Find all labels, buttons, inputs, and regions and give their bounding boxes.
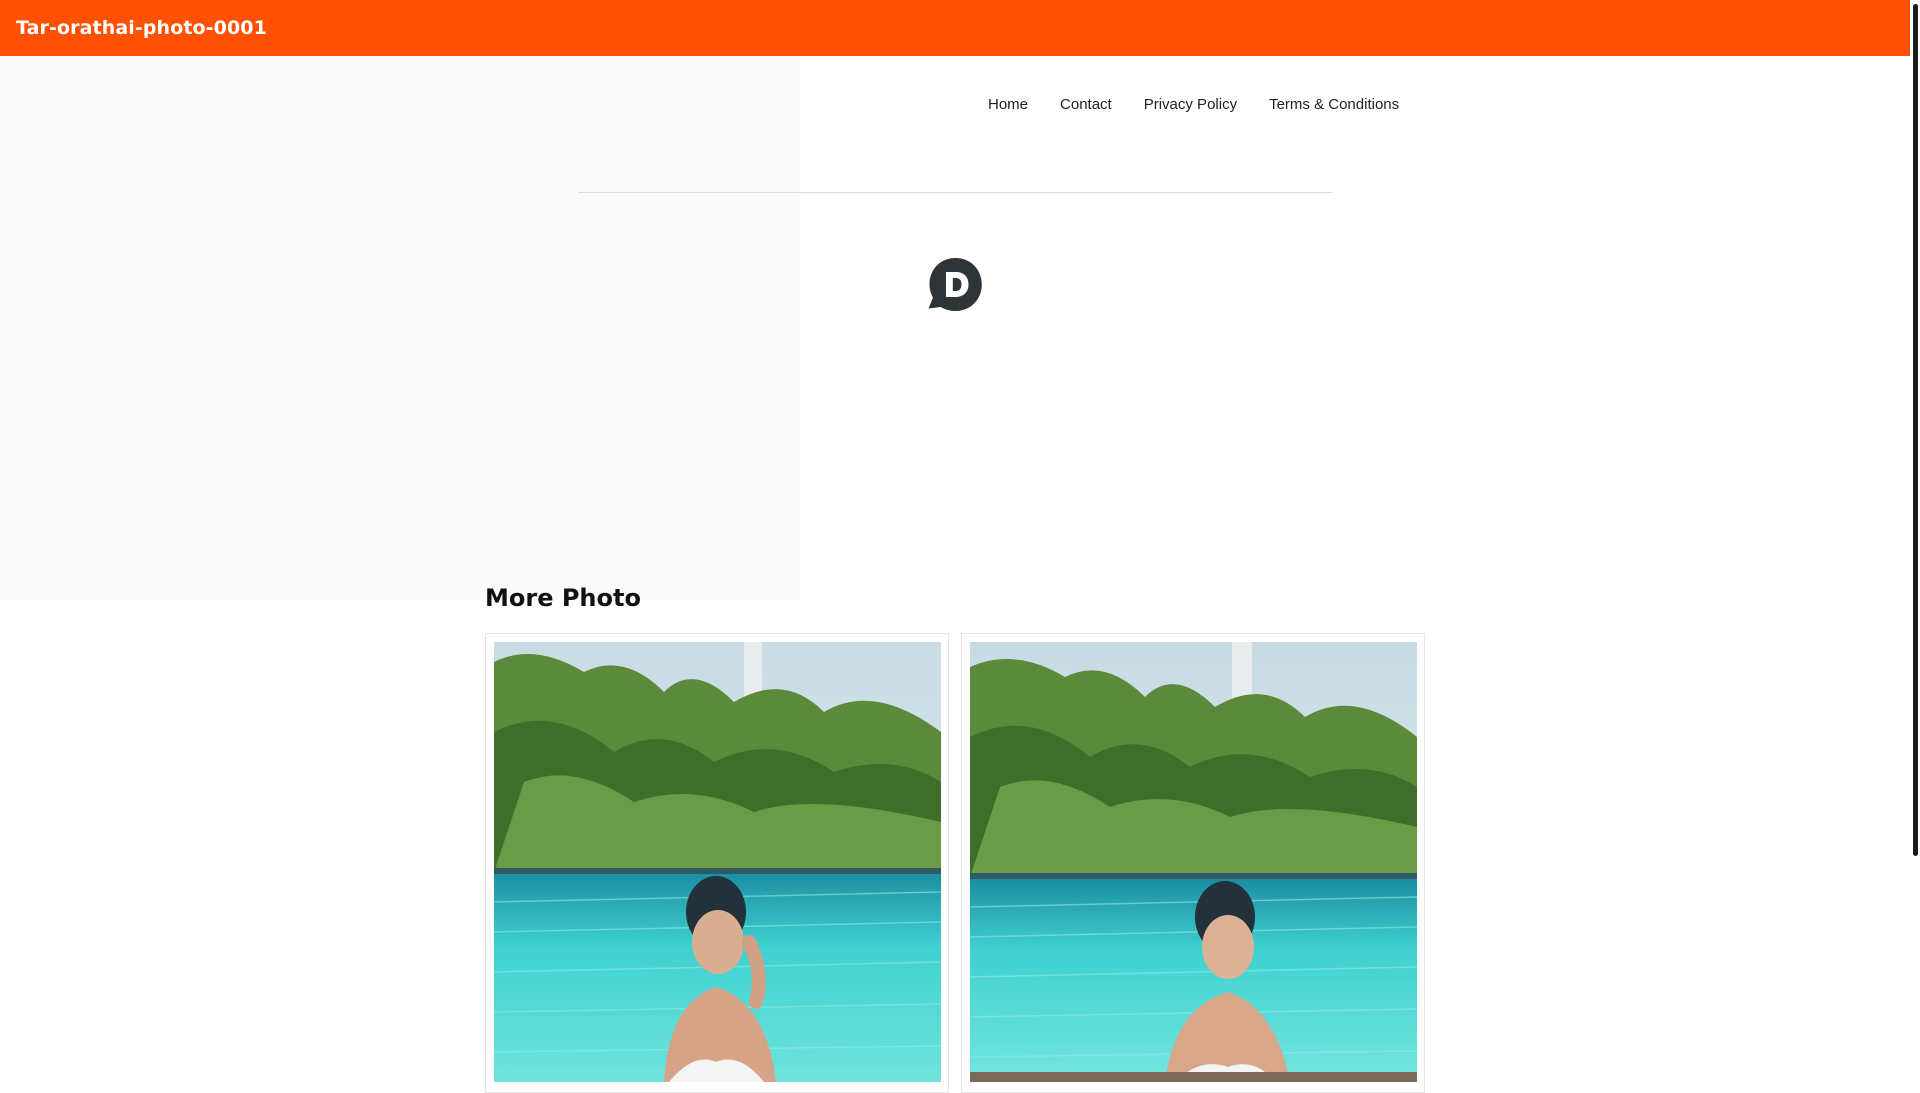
photo-pool-2-image[interactable] bbox=[970, 642, 1417, 1082]
main-nav: Home Contact Privacy Policy Terms & Cond… bbox=[988, 96, 1399, 113]
nav-privacy-link[interactable]: Privacy Policy bbox=[1144, 96, 1237, 113]
site-title-link[interactable]: Tar-orathai-photo-0001 bbox=[16, 17, 267, 39]
scrollbar-thumb[interactable] bbox=[1913, 4, 1918, 856]
photo-pool-1-image[interactable] bbox=[494, 642, 941, 1082]
nav-terms-link[interactable]: Terms & Conditions bbox=[1269, 96, 1399, 113]
photo-card[interactable] bbox=[961, 633, 1425, 1093]
site-header: Tar-orathai-photo-0001 bbox=[0, 0, 1910, 56]
background-panel bbox=[0, 56, 800, 600]
nav-home-link[interactable]: Home bbox=[988, 96, 1028, 113]
more-photo-heading: More Photo bbox=[485, 584, 641, 612]
page-scrollbar[interactable] bbox=[1910, 0, 1920, 1080]
disqus-icon[interactable] bbox=[927, 256, 984, 313]
nav-contact-link[interactable]: Contact bbox=[1060, 96, 1112, 113]
photo-card[interactable] bbox=[485, 633, 949, 1093]
content-divider bbox=[578, 192, 1332, 193]
